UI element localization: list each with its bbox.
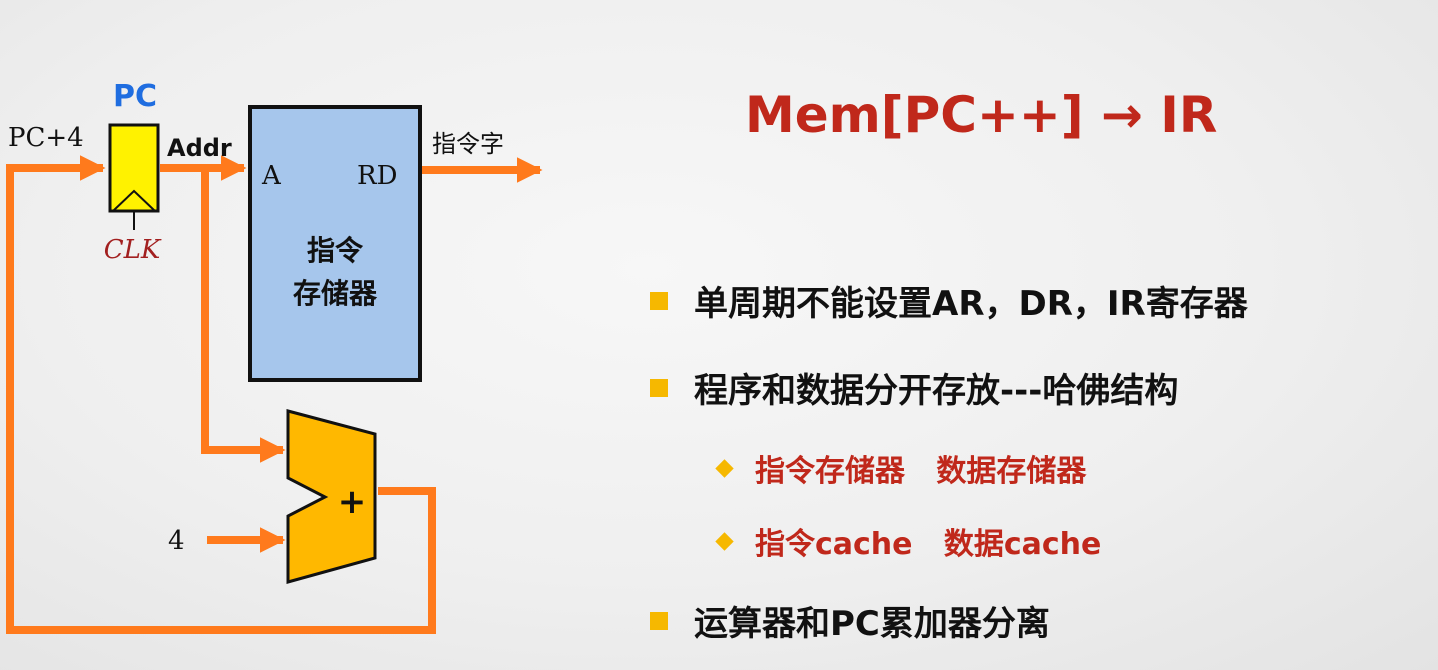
mem-port-a-label: A [261,161,282,191]
bullet-text: 运算器和PC累加器分离 [694,604,1050,644]
slide-title: Mem[PC++] → IR [745,86,1218,144]
pc4-label: PC+4 [8,123,84,153]
const-four-label: 4 [168,526,185,556]
diamond-bullet-icon [715,458,734,478]
diamond-bullet-icon [715,531,734,551]
addr-label: Addr [167,134,232,162]
mem-name-line2: 存储器 [293,277,378,310]
square-bullet-icon [650,378,668,397]
bullet-item: 程序和数据分开存放---哈佛结构 [650,363,1178,412]
datapath-diagram: PC PC+4 Addr CLK A RD 指令 存储器 指令字 + 4 [6,79,543,634]
bullet-text: 单周期不能设置AR，DR，IR寄存器 [694,284,1248,324]
bullet-text: 程序和数据分开存放---哈佛结构 [694,371,1179,411]
sub-bullet-text: 指令cache 数据cache [755,527,1102,562]
clk-label: CLK [104,235,162,265]
bullet-item: 单周期不能设置AR，DR，IR寄存器 [650,276,1248,325]
square-bullet-icon [650,611,668,630]
mem-port-rd-label: RD [357,161,397,191]
mem-name-line1: 指令 [307,234,364,267]
adder-plus-symbol: + [338,482,367,522]
sub-bullet-text: 指令存储器 数据存储器 [755,454,1087,489]
sub-bullet-item: 指令cache 数据cache [715,519,1102,563]
sub-bullet-item: 指令存储器 数据存储器 [715,446,1087,490]
pc-label: PC [113,79,157,114]
output-label: 指令字 [432,130,504,158]
square-bullet-icon [650,291,668,310]
pc-register [108,123,160,213]
bullet-item: 运算器和PC累加器分离 [650,596,1050,645]
